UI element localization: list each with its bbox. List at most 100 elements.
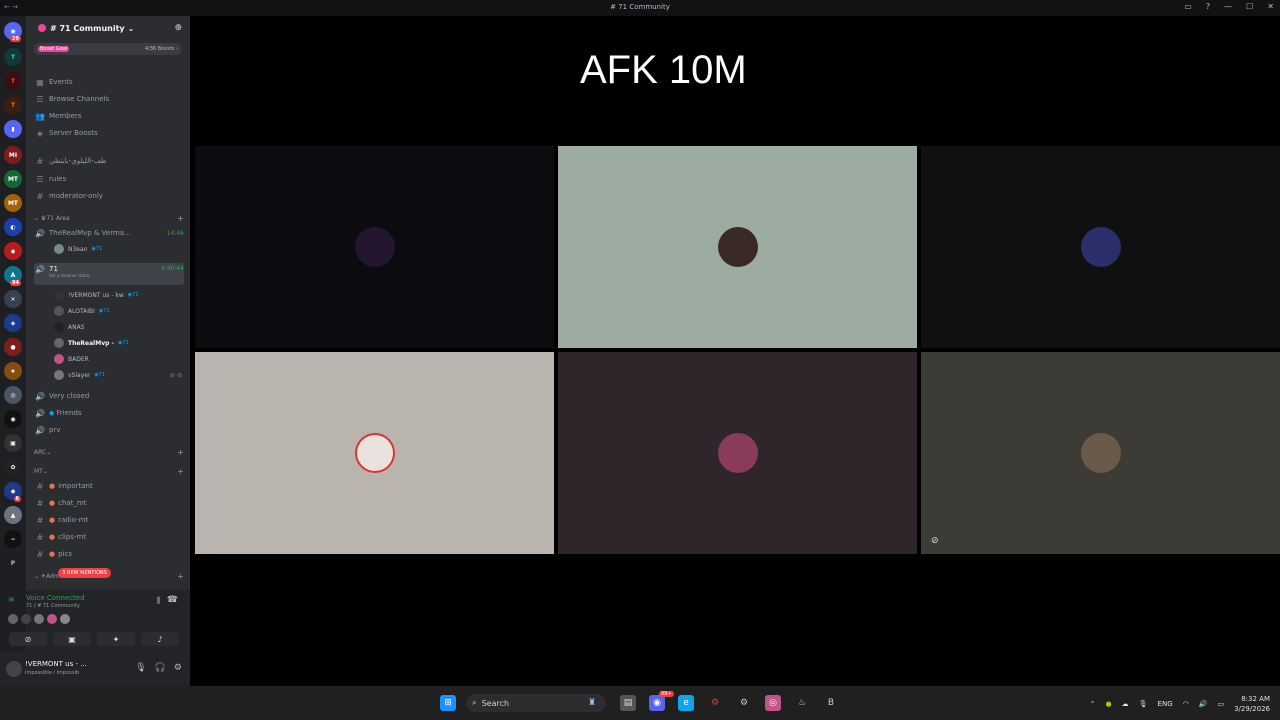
steam-icon[interactable]: ♨	[794, 695, 810, 711]
channel-item[interactable]: # طف-الليلوي-بايتظي	[34, 154, 184, 168]
server-icon[interactable]: MT	[4, 194, 22, 212]
headphones-icon[interactable]: 🎧	[155, 663, 166, 673]
text-channel[interactable]: # ● radio-mt	[34, 513, 184, 527]
text-channel[interactable]: # ● clips-mt	[34, 530, 184, 544]
voice-member[interactable]: TheRealMvp - ◉71	[54, 336, 182, 350]
server-icon[interactable]: ✕	[4, 290, 22, 308]
new-mentions-pill[interactable]: 3 NEW MENTIONS	[58, 568, 111, 578]
app-icon[interactable]: ⚙	[707, 695, 723, 711]
folder-icon[interactable]: ▮	[4, 120, 22, 138]
add-member-icon[interactable]: ⊕	[174, 23, 182, 33]
participant-tile[interactable]	[558, 352, 917, 554]
voice-member[interactable]: ANAS	[54, 320, 182, 334]
participant-tile[interactable]	[195, 352, 554, 554]
user-name[interactable]: !VERMONT us - ...	[25, 660, 87, 668]
voice-connected-sub[interactable]: 71 / # 71 Community	[26, 603, 80, 609]
share-screen-button[interactable]: ▣	[53, 632, 91, 646]
battery-icon[interactable]: ▭	[1217, 700, 1224, 708]
clock[interactable]: 8:32 AM 3/29/2026	[1234, 694, 1270, 714]
start-windows-icon[interactable]: ⊞	[440, 695, 456, 711]
server-icon[interactable]: ◈	[4, 314, 22, 332]
channel-item[interactable]: # moderator-only	[34, 189, 184, 203]
settings-gear-icon[interactable]: ⚙	[174, 663, 182, 673]
minimize-button[interactable]: —	[1224, 2, 1232, 11]
voice-channel-active[interactable]: 🔊 71 Set a channel status 4:46:44	[34, 263, 184, 285]
server-icon[interactable]: ▲	[4, 506, 22, 524]
server-icon[interactable]: P	[4, 554, 22, 572]
add-channel-icon[interactable]: +	[177, 214, 184, 223]
app-icon[interactable]: B	[823, 695, 839, 711]
chevron-up-icon[interactable]: ⌃	[1090, 700, 1096, 708]
file-explorer-icon[interactable]: ▤	[620, 695, 636, 711]
server-icon[interactable]: A 94	[4, 266, 22, 286]
inbox-icon[interactable]: ▭	[1184, 2, 1192, 11]
edge-icon[interactable]: e	[678, 695, 694, 711]
voice-channel[interactable]: 🔊 TheRealMvp & Verma... 14:46	[34, 226, 184, 240]
server-icon[interactable]: ◉	[4, 410, 22, 428]
nav-events[interactable]: ▦ Events	[34, 75, 184, 89]
nav-members[interactable]: 👥 Members	[34, 109, 184, 123]
voice-member[interactable]: N3ean ◉71	[54, 242, 182, 256]
server-icon[interactable]: ✿	[4, 458, 22, 476]
microphone-icon[interactable]: 🎙	[135, 663, 146, 673]
add-channel-icon[interactable]: +	[177, 572, 184, 581]
server-icon[interactable]: ◐	[4, 218, 22, 236]
add-channel-icon[interactable]: +	[177, 467, 184, 476]
text-channel[interactable]: # ● chat_mt	[34, 496, 184, 510]
voice-channel[interactable]: 🔊 Very closed	[34, 389, 184, 403]
server-icon[interactable]: ◎	[4, 386, 22, 404]
tray-app-icon[interactable]: ●	[1106, 700, 1112, 708]
nav-browse-channels[interactable]: ☰ Browse Channels	[34, 92, 184, 106]
category-mt[interactable]: MT ⌄ +	[34, 464, 184, 478]
participant-tile[interactable]: ⊘	[921, 352, 1280, 554]
language-indicator[interactable]: ENG	[1158, 700, 1173, 708]
obs-icon[interactable]: ◎	[765, 695, 781, 711]
voice-member[interactable]: vSlayer ◉71 ⊘ ⊘	[54, 368, 182, 382]
wifi-icon[interactable]: ◠	[1183, 700, 1189, 708]
server-icon[interactable]: T	[4, 72, 22, 90]
maximize-button[interactable]: ☐	[1246, 2, 1253, 11]
settings-icon[interactable]: ⚙	[736, 695, 752, 711]
activities-button[interactable]: ✦	[97, 632, 135, 646]
server-icon[interactable]: MI	[4, 146, 22, 164]
voice-member[interactable]: ALOTAIBI ◉71	[54, 304, 182, 318]
server-icon[interactable]: ●	[4, 338, 22, 356]
user-avatar[interactable]	[6, 661, 22, 677]
server-icon[interactable]: ★	[4, 362, 22, 380]
nav-server-boosts[interactable]: ◈ Server Boosts	[34, 126, 184, 140]
server-icon[interactable]: T	[4, 48, 22, 66]
tray-app-icon[interactable]: ☁	[1122, 700, 1129, 708]
voice-member[interactable]: BADER	[54, 352, 182, 366]
server-icon[interactable]: T	[4, 96, 22, 114]
server-icon[interactable]: MT	[4, 170, 22, 188]
voice-channel[interactable]: 🔊 ◆ Friends	[34, 406, 184, 420]
text-channel[interactable]: # ● important	[34, 479, 184, 493]
help-icon[interactable]: ?	[1206, 2, 1210, 11]
boost-goal-bar[interactable]: Boost Goal 4/36 Boosts ›	[34, 43, 182, 55]
noise-suppression-icon[interactable]: ⫼	[156, 596, 160, 606]
soundboard-button[interactable]: ♪	[141, 632, 179, 646]
voice-channel[interactable]: 🔊 prv	[34, 423, 184, 437]
category-arc[interactable]: ARC ⌄ +	[34, 445, 184, 459]
microphone-icon[interactable]: 🎙	[1139, 700, 1148, 708]
discord-icon[interactable]: ◉	[649, 695, 665, 711]
camera-off-button[interactable]: ⊘	[9, 632, 47, 646]
voice-member[interactable]: !VERMONT us - kw ◉71	[54, 288, 182, 302]
signal-icon[interactable]: ≋	[8, 595, 15, 604]
channel-item[interactable]: ☰ rules	[34, 172, 184, 186]
text-channel[interactable]: # ● pics	[34, 547, 184, 561]
widget-icon[interactable]: ♜	[584, 695, 600, 711]
channel-status[interactable]: Set a channel status	[49, 273, 90, 278]
add-channel-icon[interactable]: +	[177, 448, 184, 457]
disconnect-icon[interactable]: ☎	[167, 595, 178, 605]
participant-tile[interactable]	[558, 146, 917, 348]
server-icon[interactable]: ◆ 6	[4, 482, 22, 502]
server-icon[interactable]: ▣	[4, 434, 22, 452]
server-icon[interactable]: ~	[4, 530, 22, 548]
server-icon[interactable]: ◆	[4, 242, 22, 260]
category-71-area[interactable]: ⌄ ♛ 71 Area +	[34, 211, 184, 225]
discord-home-icon[interactable]: ◉ 29	[4, 22, 22, 42]
participant-tile[interactable]	[195, 146, 554, 348]
participant-tile[interactable]	[921, 146, 1280, 348]
guild-header[interactable]: # 71 Community ⌄ ⊕	[26, 16, 190, 40]
